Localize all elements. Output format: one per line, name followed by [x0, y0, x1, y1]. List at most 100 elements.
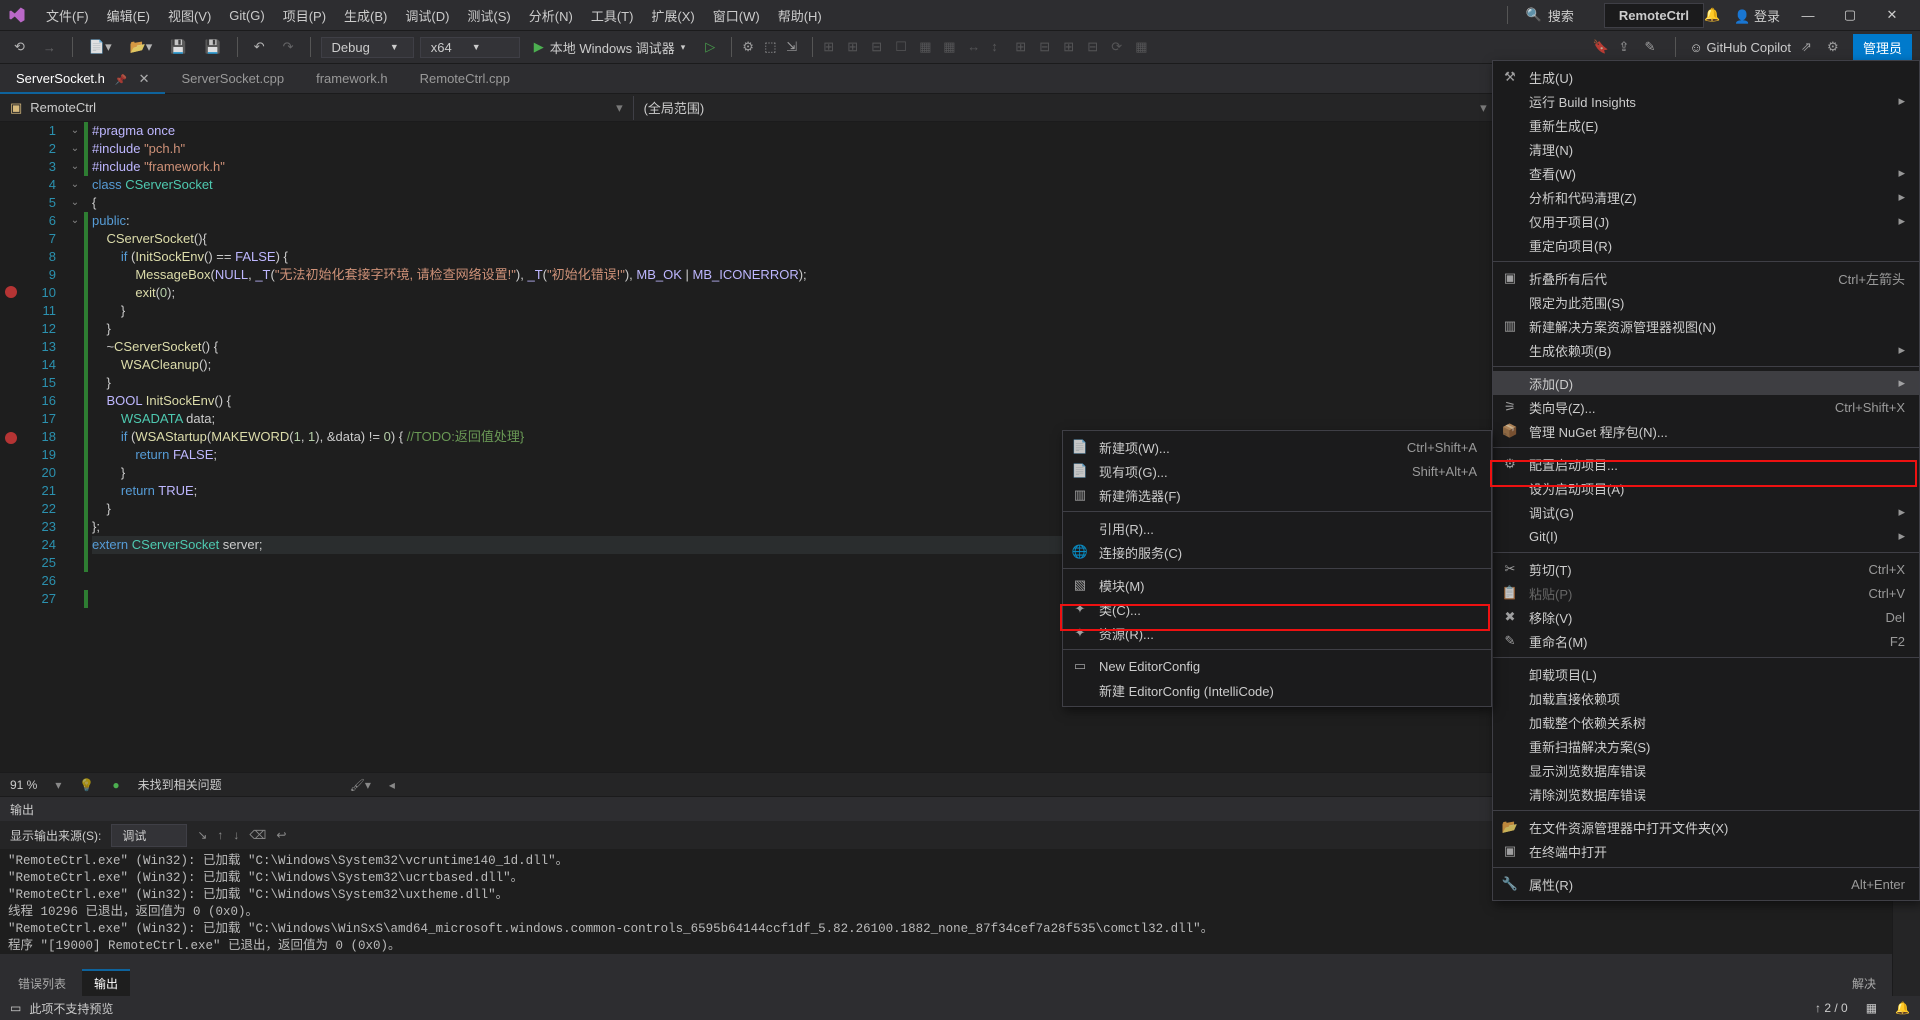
ctx-模块-M-[interactable]: ▧模块(M) — [1063, 573, 1491, 597]
toolbar-icon-1[interactable]: ⚙ — [742, 39, 758, 55]
ctx-管理-NuGet-程序包-N-[interactable]: 📦管理 NuGet 程序包(N)... — [1493, 419, 1919, 443]
minimize-button[interactable]: — — [1794, 8, 1822, 23]
ctx-在终端中打开[interactable]: ▣在终端中打开 — [1493, 839, 1919, 863]
ctx-仅用于项目-J-[interactable]: 仅用于项目(J)▸ — [1493, 209, 1919, 233]
ctx-新建-EditorConfig-IntelliCode-[interactable]: 新建 EditorConfig (IntelliCode) — [1063, 678, 1491, 702]
maximize-button[interactable]: ▢ — [1836, 7, 1864, 23]
ctx-设为启动项目-A-[interactable]: 设为启动项目(A) — [1493, 476, 1919, 500]
output-clear-icon[interactable]: ⌫ — [249, 828, 266, 842]
ctx-重定向项目-R-[interactable]: 重定向项目(R) — [1493, 233, 1919, 257]
statusbar-bell-icon[interactable]: 🔔 — [1895, 1001, 1910, 1015]
tab-framework-h[interactable]: framework.h — [300, 65, 404, 92]
ctx-在文件资源管理器中打开文件夹-X-[interactable]: 📂在文件资源管理器中打开文件夹(X) — [1493, 815, 1919, 839]
ctx-重新扫描解决方案-S-[interactable]: 重新扫描解决方案(S) — [1493, 734, 1919, 758]
toolbar-icon-2[interactable]: ⬚ — [764, 39, 780, 55]
ctx-加载整个依赖关系树[interactable]: 加载整个依赖关系树 — [1493, 710, 1919, 734]
issues-text[interactable]: 未找到相关问题 — [138, 776, 222, 793]
ctx-连接的服务-C-[interactable]: 🌐连接的服务(C) — [1063, 540, 1491, 564]
statusbar-git-icon[interactable]: ▦ — [1866, 1001, 1877, 1015]
ctx-添加-D-[interactable]: 添加(D)▸ — [1493, 371, 1919, 395]
ctx-分析和代码清理-Z-[interactable]: 分析和代码清理(Z)▸ — [1493, 185, 1919, 209]
lightbulb-icon[interactable]: 💡 — [79, 778, 94, 792]
start-debug-button[interactable]: ▶ 本地 Windows 调试器 ▾ — [526, 36, 694, 59]
platform-dropdown[interactable]: x64▼ — [420, 37, 520, 58]
open-button[interactable]: 📂▾ — [124, 36, 159, 58]
menu-编辑[interactable]: 编辑(E) — [99, 2, 158, 29]
menu-git[interactable]: Git(G) — [221, 4, 272, 27]
redo-button[interactable]: ↷ — [277, 36, 300, 58]
ctx-资源-R-[interactable]: ✦资源(R)... — [1063, 621, 1491, 645]
add-submenu[interactable]: 📄新建项(W)...Ctrl+Shift+A📄现有项(G)...Shift+Al… — [1062, 430, 1492, 707]
signin-link[interactable]: 👤 登录 — [1734, 6, 1780, 25]
live-share-icon[interactable]: ⇪ — [1619, 39, 1635, 55]
ctx-Git-I-[interactable]: Git(I)▸ — [1493, 524, 1919, 548]
nav-project-dropdown[interactable]: ▣ RemoteCtrl▾ — [0, 96, 634, 120]
start-no-debug-button[interactable]: ▷ — [699, 36, 721, 58]
bottom-tab-1[interactable]: 输出 — [82, 969, 130, 996]
close-button[interactable]: ✕ — [1878, 7, 1906, 23]
zoom-level[interactable]: 91 % — [10, 778, 37, 792]
ctx-查看-W-[interactable]: 查看(W)▸ — [1493, 161, 1919, 185]
ctx-显示浏览数据库错误[interactable]: 显示浏览数据库错误 — [1493, 758, 1919, 782]
output-prev-icon[interactable]: ↑ — [217, 828, 223, 842]
notifications-icon[interactable]: 🔔 — [1704, 7, 1720, 23]
ctx-类向导-Z-[interactable]: ⚞类向导(Z)...Ctrl+Shift+X — [1493, 395, 1919, 419]
ctx-New-EditorConfig[interactable]: ▭New EditorConfig — [1063, 654, 1491, 678]
menu-调试[interactable]: 调试(D) — [397, 2, 457, 29]
bookmark-icon[interactable]: 🔖 — [1593, 39, 1609, 55]
brush-icon[interactable]: 🖌▾ — [350, 778, 371, 792]
menu-帮助[interactable]: 帮助(H) — [770, 2, 830, 29]
project-context-menu[interactable]: ⚒生成(U)运行 Build Insights▸重新生成(E)清理(N)查看(W… — [1492, 60, 1920, 901]
forward-button[interactable]: → — [37, 37, 62, 58]
menu-窗口[interactable]: 窗口(W) — [705, 2, 768, 29]
source-control-status[interactable]: ↑ 2 / 0 — [1815, 1001, 1848, 1015]
configuration-dropdown[interactable]: Debug▼ — [321, 37, 414, 58]
ctx-生成-U-[interactable]: ⚒生成(U) — [1493, 65, 1919, 89]
ctx-加载直接依赖项[interactable]: 加载直接依赖项 — [1493, 686, 1919, 710]
menu-测试[interactable]: 测试(S) — [459, 2, 518, 29]
ctx-新建解决方案资源管理器视图-N-[interactable]: ▥新建解决方案资源管理器视图(N) — [1493, 314, 1919, 338]
output-wrap-icon[interactable]: ↩ — [276, 828, 286, 842]
ctx-现有项-G-[interactable]: 📄现有项(G)...Shift+Alt+A — [1063, 459, 1491, 483]
feedback-icon[interactable]: ✎ — [1645, 39, 1661, 55]
ctx-重新生成-E-[interactable]: 重新生成(E) — [1493, 113, 1919, 137]
ctx-属性-R-[interactable]: 🔧属性(R)Alt+Enter — [1493, 872, 1919, 896]
copilot-button[interactable]: ☺ GitHub Copilot — [1690, 40, 1791, 55]
share-icon[interactable]: ⇗ — [1801, 39, 1817, 55]
menu-扩展[interactable]: 扩展(X) — [643, 2, 702, 29]
zoom-dropdown-icon[interactable]: ▾ — [55, 778, 61, 792]
toolbar-icon-3[interactable]: ⇲ — [786, 39, 802, 55]
nav-scope-dropdown[interactable]: (全局范围)▾ — [634, 94, 1498, 121]
ctx-移除-V-[interactable]: ✖移除(V)Del — [1493, 605, 1919, 629]
ctx-剪切-T-[interactable]: ✂剪切(T)Ctrl+X — [1493, 557, 1919, 581]
menu-项目[interactable]: 项目(P) — [275, 2, 334, 29]
ctx-重命名-M-[interactable]: ✎重命名(M)F2 — [1493, 629, 1919, 653]
ctx-清理-N-[interactable]: 清理(N) — [1493, 137, 1919, 161]
ctx-卸载项目-L-[interactable]: 卸载项目(L) — [1493, 662, 1919, 686]
settings-icon[interactable]: ⚙ — [1827, 39, 1843, 55]
menu-分析[interactable]: 分析(N) — [521, 2, 581, 29]
output-goto-icon[interactable]: ↘ — [197, 828, 207, 842]
ctx-清除浏览数据库错误[interactable]: 清除浏览数据库错误 — [1493, 782, 1919, 806]
ctx-配置启动项目-[interactable]: ⚙配置启动项目... — [1493, 452, 1919, 476]
tab-remotectrl-cpp[interactable]: RemoteCtrl.cpp — [404, 65, 526, 92]
search-box[interactable]: 🔍 搜索 — [1516, 4, 1584, 27]
ctx-新建筛选器-F-[interactable]: ▥新建筛选器(F) — [1063, 483, 1491, 507]
ctx-限定为此范围-S-[interactable]: 限定为此范围(S) — [1493, 290, 1919, 314]
menu-文件[interactable]: 文件(F) — [38, 2, 97, 29]
undo-button[interactable]: ↶ — [248, 36, 271, 58]
menu-工具[interactable]: 工具(T) — [583, 2, 642, 29]
bottom-tab-0[interactable]: 错误列表 — [6, 971, 78, 996]
ctx-调试-G-[interactable]: 调试(G)▸ — [1493, 500, 1919, 524]
tab-serversocket-h[interactable]: ServerSocket.h 📌 ✕ — [0, 65, 165, 93]
ctx-生成依赖项-B-[interactable]: 生成依赖项(B)▸ — [1493, 338, 1919, 362]
active-project[interactable]: RemoteCtrl — [1604, 3, 1704, 28]
ctx-新建项-W-[interactable]: 📄新建项(W)...Ctrl+Shift+A — [1063, 435, 1491, 459]
output-next-icon[interactable]: ↓ — [233, 828, 239, 842]
new-project-button[interactable]: 📄▾ — [83, 36, 118, 58]
save-all-button[interactable]: 💾 — [199, 36, 227, 58]
solution-explorer-collapsed-label[interactable]: 解决 — [1842, 971, 1886, 996]
save-button[interactable]: 💾 — [164, 36, 192, 58]
ctx-引用-R-[interactable]: 引用(R)... — [1063, 516, 1491, 540]
tab-serversocket-cpp[interactable]: ServerSocket.cpp — [165, 65, 300, 92]
